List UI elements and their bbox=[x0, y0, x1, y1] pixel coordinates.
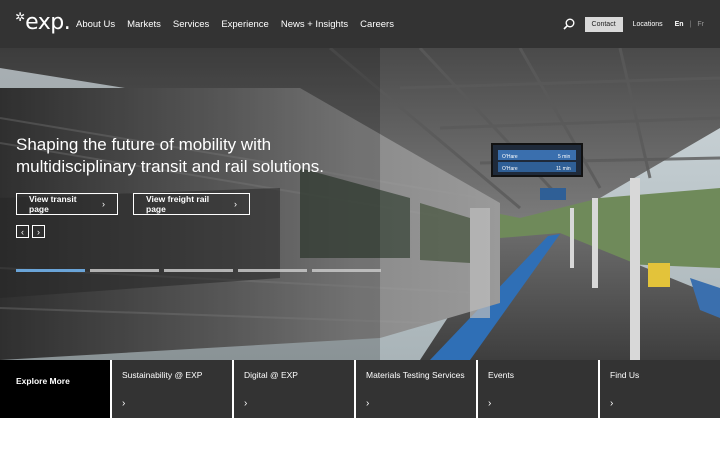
contact-button[interactable]: Contact bbox=[584, 16, 623, 32]
logo-text: exp. bbox=[25, 10, 71, 35]
menu-item-about-us[interactable]: About Us bbox=[76, 19, 115, 30]
carousel-indicator-4[interactable] bbox=[238, 269, 307, 272]
explore-more-strip: Explore More Sustainability @ EXP › Digi… bbox=[0, 360, 720, 418]
sign-line-2: O'Hare bbox=[502, 166, 518, 172]
chevron-right-icon: › bbox=[366, 398, 370, 409]
language-separator: | bbox=[689, 20, 692, 28]
menu-item-services[interactable]: Services bbox=[173, 19, 209, 30]
card-events[interactable]: Events › bbox=[476, 360, 598, 418]
card-sustainability[interactable]: Sustainability @ EXP › bbox=[110, 360, 232, 418]
sign-line-3: 5 min bbox=[558, 154, 570, 160]
language-en[interactable]: En bbox=[675, 21, 684, 28]
carousel-next-button[interactable]: › bbox=[32, 225, 45, 238]
chevron-right-icon: › bbox=[37, 226, 40, 237]
search-icon[interactable] bbox=[562, 18, 575, 30]
sign-line-1: O'Hare bbox=[502, 154, 518, 160]
chevron-right-icon: › bbox=[244, 398, 248, 409]
view-freight-label: View freight rail page bbox=[146, 194, 210, 214]
explore-more-label: Explore More bbox=[16, 376, 70, 386]
explore-more-label-box: Explore More bbox=[0, 360, 110, 418]
card-materials-testing[interactable]: Materials Testing Services › bbox=[354, 360, 476, 418]
carousel-indicator-3[interactable] bbox=[164, 269, 233, 272]
header-tools: Contact Locations En | Fr bbox=[562, 0, 704, 48]
language-fr[interactable]: Fr bbox=[697, 21, 704, 28]
view-transit-button[interactable]: View transit page › bbox=[16, 193, 118, 215]
card-label: Digital @ EXP bbox=[244, 370, 298, 380]
platform-display-sign: O'Hare O'Hare 5 min 11 min bbox=[491, 143, 583, 177]
sign-line-4: 11 min bbox=[556, 166, 571, 172]
view-transit-label: View transit page bbox=[29, 194, 77, 214]
carousel-indicator-2[interactable] bbox=[90, 269, 159, 272]
menu-item-news-insights[interactable]: News + Insights bbox=[281, 19, 348, 30]
menu-item-experience[interactable]: Experience bbox=[221, 19, 269, 30]
chevron-right-icon: › bbox=[122, 398, 126, 409]
carousel-prev-button[interactable]: ‹ bbox=[16, 225, 29, 238]
card-label: Sustainability @ EXP bbox=[122, 370, 203, 380]
hero-title: Shaping the future of mobility with mult… bbox=[16, 135, 325, 176]
card-label: Events bbox=[488, 370, 514, 380]
menu-item-careers[interactable]: Careers bbox=[360, 19, 394, 30]
carousel-indicators bbox=[16, 269, 381, 272]
view-freight-rail-button[interactable]: View freight rail page › bbox=[133, 193, 250, 215]
main-menu: About Us Markets Services Experience New… bbox=[76, 0, 394, 48]
card-find-us[interactable]: Find Us › bbox=[598, 360, 720, 418]
chevron-right-icon: › bbox=[488, 398, 492, 409]
chevron-left-icon: ‹ bbox=[21, 226, 24, 237]
carousel-indicator-5[interactable] bbox=[312, 269, 381, 272]
logo-mark-icon: ✲ bbox=[15, 10, 25, 24]
card-digital[interactable]: Digital @ EXP › bbox=[232, 360, 354, 418]
chevron-right-icon: › bbox=[234, 199, 237, 209]
menu-item-markets[interactable]: Markets bbox=[127, 19, 161, 30]
top-navigation-bar: ✲ exp. About Us Markets Services Experie… bbox=[0, 0, 720, 48]
chevron-right-icon: › bbox=[102, 199, 105, 209]
card-label: Find Us bbox=[610, 370, 640, 380]
locations-link[interactable]: Locations bbox=[633, 21, 663, 28]
chevron-right-icon: › bbox=[610, 398, 614, 409]
exp-logo[interactable]: ✲ exp. bbox=[15, 10, 71, 38]
hero-carousel: O'Hare O'Hare 5 min 11 min Shaping the f… bbox=[0, 48, 720, 360]
carousel-indicator-1[interactable] bbox=[16, 269, 85, 272]
card-label: Materials Testing Services bbox=[366, 370, 465, 380]
